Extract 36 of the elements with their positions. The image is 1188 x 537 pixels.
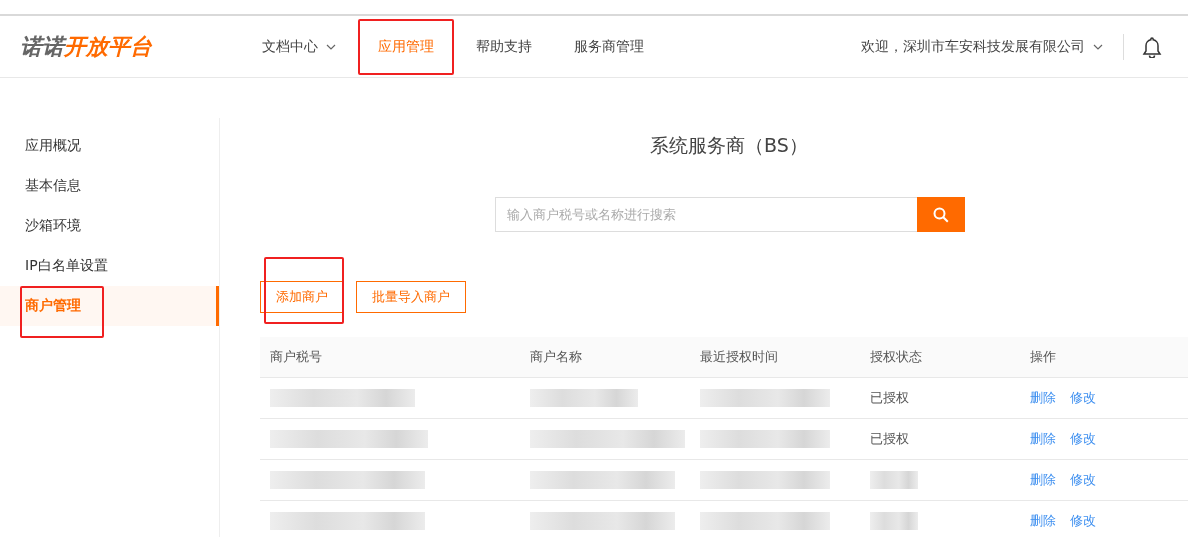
action-link[interactable]: 删除	[1030, 472, 1056, 487]
column-header: 授权状态	[869, 348, 923, 366]
search-field[interactable]: 输入商户税号或名称进行搜索	[495, 197, 917, 232]
nav-item[interactable]: 服务商管理	[554, 26, 664, 67]
chevron-down-icon	[326, 43, 336, 50]
action-link[interactable]: 修改	[1070, 513, 1096, 528]
table-cell: 已授权	[870, 431, 909, 446]
action-link[interactable]: 修改	[1070, 390, 1096, 405]
table-cell: 已授权	[870, 390, 909, 405]
action-link[interactable]: 删除	[1030, 390, 1056, 405]
action-link[interactable]: 修改	[1070, 431, 1096, 446]
outline-button[interactable]: 添加商户	[260, 281, 344, 313]
sidebar-item[interactable]: 基本信息	[0, 166, 219, 206]
redacted-block	[870, 471, 918, 489]
page-title: 系统服务商（BS）	[649, 133, 809, 158]
nav-item[interactable]: 文档中心	[242, 26, 356, 67]
bell-icon[interactable]	[1142, 35, 1162, 58]
sidebar-item[interactable]: 应用概况	[0, 126, 219, 166]
action-link[interactable]: 修改	[1070, 472, 1096, 487]
column-header: 最近授权时间	[699, 348, 779, 366]
search-button[interactable]	[917, 197, 965, 232]
user-menu[interactable]: 欢迎，深圳市车安科技发展有限公司	[861, 37, 1103, 56]
outline-button[interactable]: 批量导入商户	[356, 281, 466, 313]
column-header: 商户税号	[269, 348, 323, 366]
sidebar-item[interactable]: 商户管理	[0, 286, 219, 326]
redacted-block	[870, 512, 918, 530]
chevron-down-icon	[1093, 43, 1103, 50]
action-link[interactable]: 删除	[1030, 431, 1056, 446]
nav-item[interactable]: 应用管理	[358, 26, 454, 67]
nav-item[interactable]: 帮助支持	[456, 26, 552, 67]
search-icon	[933, 206, 949, 223]
column-header: 操作	[1029, 348, 1057, 366]
sidebar-item[interactable]: 沙箱环境	[0, 206, 219, 246]
action-link[interactable]: 删除	[1030, 513, 1056, 528]
column-header: 商户名称	[529, 348, 583, 366]
sidebar-item[interactable]: IP白名单设置	[0, 246, 219, 286]
